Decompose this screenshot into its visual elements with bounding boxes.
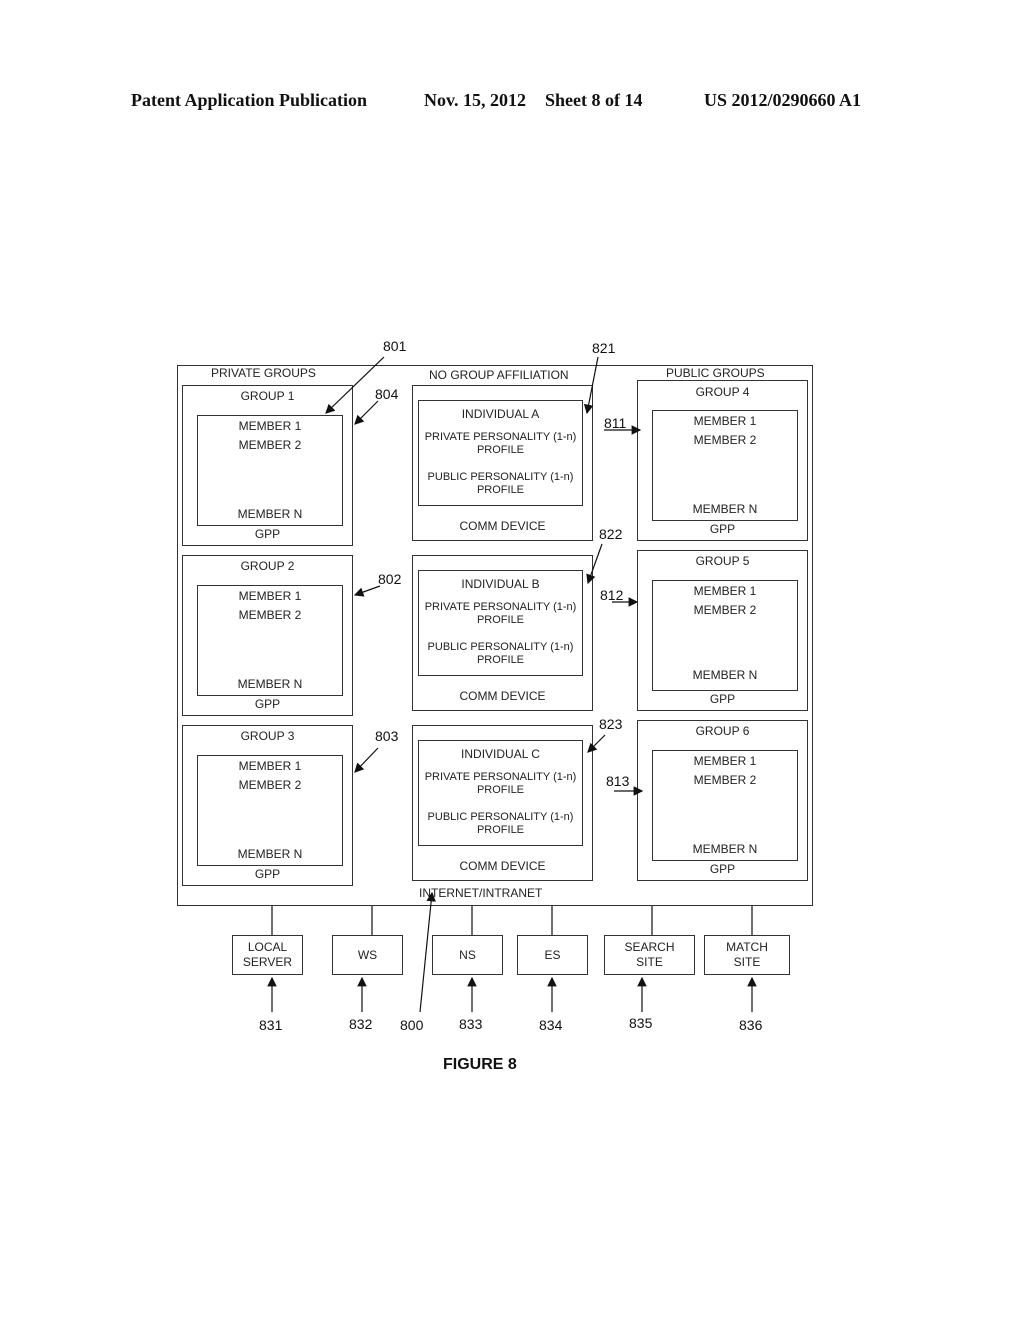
member-item: MEMBER N [692,842,758,856]
member-item: MEMBER N [237,677,303,691]
comm-device-label: COMM DEVICE [459,689,546,703]
group-footer: GPP [709,862,736,876]
private-profile: PRIVATE PERSONALITY (1-n) [424,431,577,443]
member-item: MEMBER 2 [693,603,757,617]
server-label: SEARCH [624,940,675,954]
member-item: MEMBER 2 [693,433,757,447]
server-label: SITE [733,955,761,969]
private-profile: PRIVATE PERSONALITY (1-n) [424,601,577,613]
ref-833: 833 [459,1016,483,1032]
private-profile-label: PROFILE [476,444,525,456]
ref-831: 831 [259,1017,283,1033]
member-item: MEMBER 1 [238,419,302,433]
public-profile-label: PROFILE [476,824,525,836]
group-footer: GPP [254,527,281,541]
ref-821: 821 [592,340,616,356]
member-item: MEMBER 1 [238,759,302,773]
comm-device-label: COMM DEVICE [459,519,546,533]
network-label: INTERNET/INTRANET [419,886,543,900]
ref-812: 812 [600,587,624,603]
ref-822: 822 [599,526,623,542]
patent-number: US 2012/0290660 A1 [704,90,862,110]
group-title: GROUP 5 [695,554,750,568]
arrow-800 [419,891,436,1013]
member-item: MEMBER N [692,502,758,516]
no-group-affiliation-heading: NO GROUP AFFILIATION [429,368,569,382]
member-item: MEMBER 2 [238,438,302,452]
group-title: GROUP 6 [695,724,750,738]
member-item: MEMBER 2 [693,773,757,787]
public-profile: PUBLIC PERSONALITY (1-n) [427,641,574,653]
ref-800: 800 [400,1017,424,1033]
ref-836: 836 [739,1017,763,1033]
server-label: NS [459,948,476,962]
ref-834: 834 [539,1017,563,1033]
member-item: MEMBER 1 [693,414,757,428]
ref-802: 802 [378,571,402,587]
group-title: GROUP 4 [695,385,750,399]
individual-title: INDIVIDUAL B [461,577,540,591]
public-profile-label: PROFILE [476,654,525,666]
individual-title: INDIVIDUAL A [461,407,540,421]
group-footer: GPP [254,867,281,881]
comm-device-label: COMM DEVICE [459,859,546,873]
ref-835: 835 [629,1015,653,1031]
public-groups-heading: PUBLIC GROUPS [666,366,765,380]
ref-813: 813 [606,773,630,789]
publication-date: Nov. 15, 2012 [424,90,527,110]
member-item: MEMBER N [237,507,303,521]
public-profile: PUBLIC PERSONALITY (1-n) [427,811,574,823]
ref-832: 832 [349,1016,373,1032]
ref-801: 801 [383,338,407,354]
server-label: SITE [636,955,663,969]
private-profile-label: PROFILE [476,784,525,796]
group-title: GROUP 1 [240,389,295,403]
member-item: MEMBER N [692,668,758,682]
group-title: GROUP 3 [240,729,295,743]
member-item: MEMBER 2 [238,778,302,792]
member-item: MEMBER 1 [238,589,302,603]
group-footer: GPP [254,697,281,711]
server-label: LOCAL [247,940,288,954]
ref-811: 811 [604,415,627,431]
individual-title: INDIVIDUAL C [461,747,540,761]
group-title: GROUP 2 [240,559,295,573]
sheet-number: Sheet 8 of 14 [545,90,643,110]
private-groups-heading: PRIVATE GROUPS [211,366,316,380]
server-label: ES [544,948,561,962]
private-profile: PRIVATE PERSONALITY (1-n) [424,771,577,783]
ref-823: 823 [599,716,623,732]
member-item: MEMBER 1 [693,754,757,768]
public-profile-label: PROFILE [476,484,525,496]
server-label: WS [357,948,378,962]
member-item: MEMBER N [237,847,303,861]
member-item: MEMBER 2 [238,608,302,622]
public-profile: PUBLIC PERSONALITY (1-n) [427,471,574,483]
group-footer: GPP [709,692,736,706]
private-profile-label: PROFILE [476,614,525,626]
ref-804: 804 [375,386,399,402]
publication-type: Patent Application Publication [131,90,368,110]
server-label: MATCH [726,940,768,954]
ref-803: 803 [375,728,399,744]
server-label: SERVER [242,955,293,969]
figure-caption: FIGURE 8 [443,1056,517,1073]
member-item: MEMBER 1 [693,584,757,598]
group-footer: GPP [709,522,736,536]
